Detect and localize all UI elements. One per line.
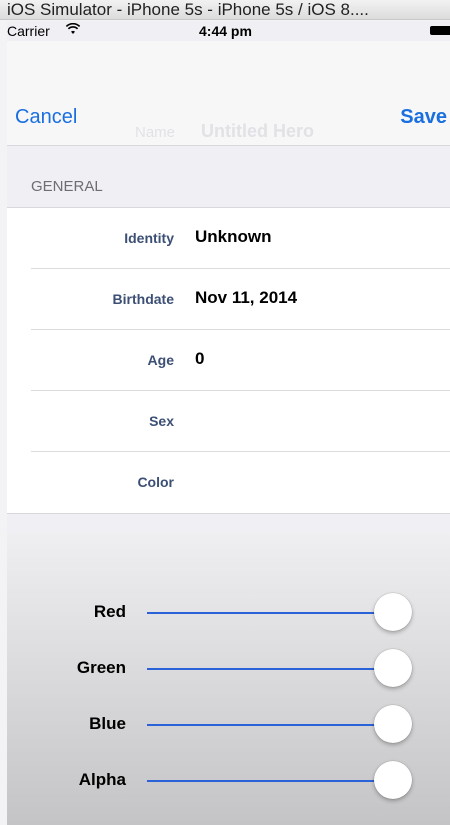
slider-row-green: Green: [7, 646, 450, 690]
row-label: Age: [147, 352, 174, 368]
red-slider-thumb[interactable]: [374, 593, 412, 631]
slider-label: Blue: [89, 714, 126, 733]
row-value: Nov 11, 2014: [195, 288, 298, 307]
navigation-bar: Name Untitled Hero Cancel Save: [7, 41, 450, 146]
section-header-general: GENERAL: [31, 178, 103, 195]
battery-icon: [430, 26, 450, 35]
slider-label: Green: [76, 658, 126, 677]
alpha-slider-track[interactable]: [147, 780, 387, 782]
device-screen: Carrier 4:44 pm Name Untitled Hero Cance…: [7, 21, 450, 825]
row-label: Sex: [149, 413, 174, 429]
green-slider-track[interactable]: [147, 668, 387, 670]
blue-slider-track[interactable]: [147, 724, 387, 726]
slider-row-red: Red: [7, 590, 450, 634]
row-label: Identity: [124, 230, 174, 246]
slider-row-blue: Blue: [7, 702, 450, 746]
row-identity[interactable]: Identity Unknown: [7, 208, 450, 269]
row-birthdate[interactable]: Birthdate Nov 11, 2014: [7, 269, 450, 330]
row-value: Unknown: [195, 227, 272, 246]
row-label: Color: [137, 474, 174, 490]
status-time: 4:44 pm: [199, 23, 252, 39]
row-sex[interactable]: Sex: [7, 391, 450, 452]
row-color[interactable]: Color: [7, 452, 450, 513]
slider-row-alpha: Alpha: [7, 758, 450, 802]
slider-label: Alpha: [78, 770, 126, 789]
red-slider-track[interactable]: [147, 612, 387, 614]
status-bar: Carrier 4:44 pm: [7, 21, 450, 41]
wifi-icon: [65, 22, 81, 38]
save-button[interactable]: Save: [400, 106, 447, 129]
carrier-label: Carrier: [7, 23, 50, 39]
row-label: Birthdate: [112, 291, 174, 307]
blue-slider-thumb[interactable]: [374, 705, 412, 743]
alpha-slider-thumb[interactable]: [374, 761, 412, 799]
ghost-name-label: Name: [135, 124, 176, 141]
ghost-name-value: Untitled Hero: [201, 121, 315, 141]
color-picker-panel: Red Green Blue Alpha: [7, 533, 450, 825]
simulator-window-title: iOS Simulator - iPhone 5s - iPhone 5s / …: [0, 0, 450, 20]
row-value: 0: [195, 349, 205, 368]
cancel-button[interactable]: Cancel: [15, 106, 77, 129]
row-age[interactable]: Age 0: [7, 330, 450, 391]
green-slider-thumb[interactable]: [374, 649, 412, 687]
general-table: Identity Unknown Birthdate Nov 11, 2014 …: [7, 207, 450, 514]
slider-label: Red: [93, 602, 126, 621]
